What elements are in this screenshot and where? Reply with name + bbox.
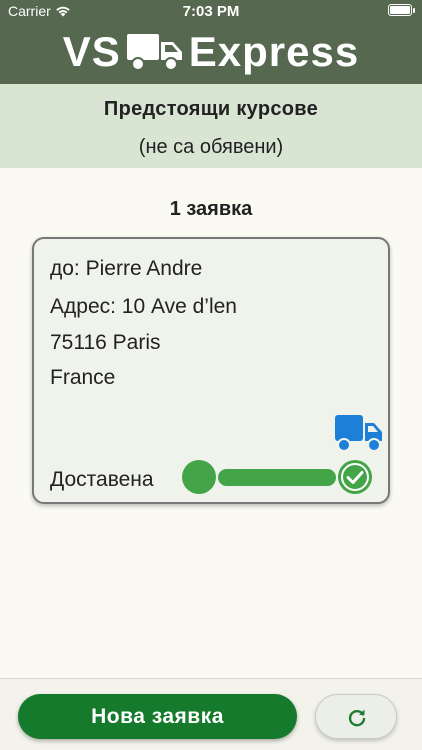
status-time: 7:03 PM [182, 3, 240, 20]
app-header: Carrier 7:03 PM VS Express [0, 0, 422, 84]
brand-right: Express [188, 28, 360, 75]
order-address-line2: 75116 Paris [50, 331, 161, 354]
order-card[interactable]: до: Pierre Andre Адрес: 10 Ave d’len 751… [32, 237, 390, 504]
delivery-truck-icon [335, 415, 382, 452]
brand-left: VS [62, 28, 121, 75]
order-address-line1: Адрес: 10 Ave d’len [50, 295, 237, 318]
order-recipient: до: Pierre Andre [50, 257, 203, 280]
request-count: 1 заявка [169, 198, 253, 220]
truck-logo-icon [126, 34, 182, 71]
section-title: Предстоящи курсове [103, 98, 319, 120]
order-address-line3: France [50, 366, 116, 389]
progress-bar [218, 469, 336, 486]
battery-icon [388, 4, 415, 16]
brand-logo: VS Express [0, 28, 422, 76]
delivery-status-label: Доставена [50, 468, 154, 491]
section-header: Предстоящи курсове (не са обявени) [0, 84, 422, 168]
section-note: (не са обявени) [138, 136, 284, 158]
refresh-icon [348, 709, 366, 727]
progress-start-dot [182, 460, 216, 494]
new-request-button[interactable]: Нова заявка [18, 694, 297, 739]
status-bar: Carrier 7:03 PM [0, 0, 422, 22]
delivered-check-icon [338, 460, 372, 494]
refresh-button[interactable] [315, 694, 397, 739]
